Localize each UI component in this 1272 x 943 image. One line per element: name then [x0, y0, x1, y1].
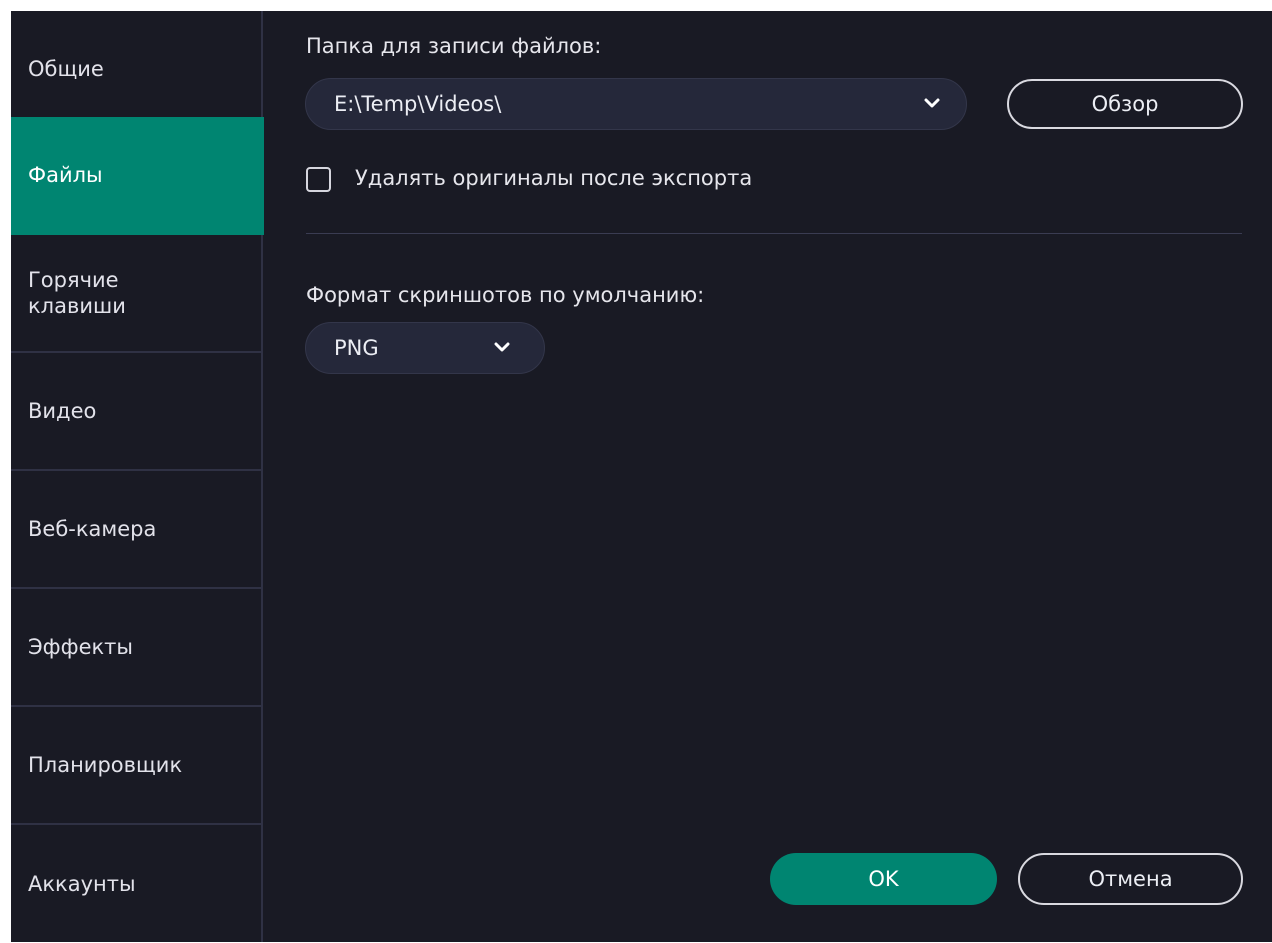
browse-button-label: Обзор [1091, 92, 1159, 116]
delete-originals-label[interactable]: Удалять оригиналы после экспорта [355, 166, 752, 190]
ok-button[interactable]: OK [770, 853, 997, 905]
folder-path-value: E:\Temp\Videos\ [334, 92, 502, 116]
sidebar-item-label: Видео [28, 398, 97, 423]
cancel-button[interactable]: Отмена [1018, 853, 1243, 905]
sidebar-item-label: Эффекты [28, 634, 133, 659]
sidebar-item-files[interactable]: Файлы [11, 117, 264, 235]
sidebar-item-effects[interactable]: Эффекты [11, 589, 263, 707]
screenshot-format-select[interactable]: PNG [305, 322, 545, 374]
sidebar-item-label: Аккаунты [28, 871, 136, 896]
browse-button[interactable]: Обзор [1007, 79, 1243, 129]
ok-button-label: OK [868, 867, 899, 891]
sidebar-item-label: Горячие клавиши [28, 267, 126, 318]
sidebar-item-label: Планировщик [28, 752, 183, 777]
cancel-button-label: Отмена [1088, 867, 1173, 891]
sidebar-item-hotkeys[interactable]: Горячие клавиши [11, 235, 263, 353]
sidebar-item-video[interactable]: Видео [11, 353, 263, 471]
sidebar-item-label: Веб-камера [28, 516, 157, 541]
sidebar-item-accounts[interactable]: Аккаунты [11, 825, 263, 943]
settings-sidebar: Общие Файлы Горячие клавиши Видео Веб-ка… [11, 11, 264, 943]
folder-path-select[interactable]: E:\Temp\Videos\ [305, 78, 967, 130]
sidebar-item-label: Файлы [28, 162, 103, 187]
folder-label: Папка для записи файлов: [306, 34, 602, 58]
sidebar-item-webcam[interactable]: Веб-камера [11, 471, 263, 589]
section-divider [306, 233, 1242, 234]
sidebar-item-label: Общие [28, 56, 104, 81]
chevron-down-icon [494, 342, 510, 352]
sidebar-item-scheduler[interactable]: Планировщик [11, 707, 263, 825]
chevron-down-icon [924, 98, 940, 108]
screenshot-format-value: PNG [334, 336, 379, 360]
settings-window: Общие Файлы Горячие клавиши Видео Веб-ка… [11, 11, 1272, 942]
delete-originals-checkbox[interactable] [306, 167, 331, 192]
screenshot-format-label: Формат скриншотов по умолчанию: [306, 283, 705, 307]
sidebar-item-general[interactable]: Общие [11, 11, 263, 129]
settings-content: Папка для записи файлов: E:\Temp\Videos\… [263, 11, 1272, 942]
